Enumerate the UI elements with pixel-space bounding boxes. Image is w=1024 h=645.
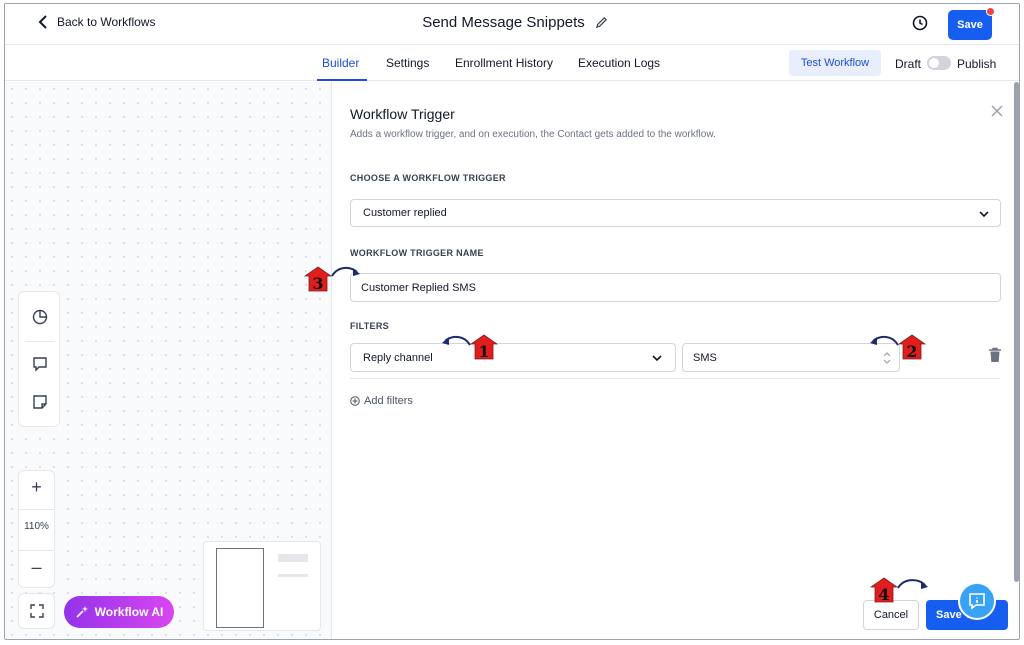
publish-label: Publish — [957, 57, 997, 71]
top-bar: Back to Workflows Send Message Snippets … — [5, 4, 1019, 45]
panel-scrollbar[interactable] — [1014, 82, 1019, 582]
workflow-ai-label: Workflow AI — [94, 605, 164, 619]
sparkle-wand-icon — [76, 606, 88, 618]
filters-divider — [350, 378, 1000, 379]
test-workflow-button[interactable]: Test Workflow — [789, 50, 881, 76]
trigger-name-value: Customer Replied SMS — [361, 281, 476, 294]
help-chat-button[interactable] — [958, 582, 996, 620]
workflow-canvas[interactable]: + 110% – Workflow AI — [5, 82, 331, 639]
pencil-icon[interactable] — [595, 16, 608, 29]
filter-field-select[interactable]: Reply channel — [350, 343, 676, 372]
minimap-node — [278, 554, 308, 562]
zoom-level: 110% — [24, 521, 49, 532]
save-button[interactable]: Save — [948, 7, 995, 40]
workflow-ai-button[interactable]: Workflow AI — [64, 596, 174, 628]
plus-circle-icon — [350, 396, 360, 406]
trash-icon[interactable] — [988, 347, 1002, 363]
add-filters-label: Add filters — [364, 395, 413, 407]
panel-subtitle: Adds a workflow trigger, and on executio… — [350, 129, 716, 140]
trigger-select[interactable]: Customer replied — [350, 199, 1001, 227]
chat-info-icon — [969, 593, 985, 610]
annotation-marker-4: 4 — [869, 577, 899, 604]
up-down-chevron-icon — [883, 352, 891, 364]
minimap-node — [278, 574, 308, 577]
tool-divider — [25, 341, 55, 342]
annotation-arrow — [442, 335, 471, 346]
fit-to-screen-button[interactable] — [18, 593, 55, 629]
save-label: Save — [957, 19, 983, 31]
pie-chart-icon[interactable] — [31, 308, 49, 326]
workflow-title: Send Message Snippets — [5, 14, 1019, 31]
history-icon[interactable] — [911, 14, 929, 32]
annotation-marker-2: 2 — [897, 334, 927, 361]
comment-icon[interactable] — [31, 355, 49, 373]
zoom-controls: + 110% – — [18, 470, 55, 588]
minimap-viewport — [216, 548, 264, 628]
tab-enrollment-history[interactable]: Enrollment History — [455, 56, 553, 70]
canvas-minimap[interactable] — [203, 541, 321, 631]
zoom-divider — [19, 550, 54, 551]
notification-dot — [986, 7, 995, 16]
filters-label: FILTERS — [350, 321, 389, 331]
filter-value-text: SMS — [693, 351, 717, 364]
annotation-marker-1: 1 — [469, 334, 499, 361]
active-tab-indicator — [317, 79, 367, 81]
filter-field-value: Reply channel — [363, 351, 433, 364]
cancel-button[interactable]: Cancel — [863, 600, 919, 630]
workflow-title-text: Send Message Snippets — [422, 14, 585, 31]
add-filters-button[interactable]: Add filters — [350, 395, 413, 407]
expand-icon — [29, 604, 44, 618]
chevron-down-icon — [652, 355, 662, 362]
draft-label: Draft — [895, 57, 922, 71]
trigger-name-label: WORKFLOW TRIGGER NAME — [350, 248, 484, 258]
close-icon[interactable] — [990, 104, 1004, 118]
canvas-tool-panel — [18, 291, 60, 427]
trigger-select-value: Customer replied — [363, 207, 447, 219]
tab-execution-logs[interactable]: Execution Logs — [578, 56, 660, 70]
sticky-note-icon[interactable] — [31, 393, 49, 411]
chevron-down-icon — [979, 211, 989, 218]
publish-toggle[interactable] — [927, 56, 951, 70]
annotation-number: 3 — [312, 274, 324, 293]
annotation-arrow — [331, 266, 360, 277]
choose-trigger-label: CHOOSE A WORKFLOW TRIGGER — [350, 173, 506, 183]
workflow-trigger-panel: Workflow Trigger Adds a workflow trigger… — [332, 82, 1012, 639]
zoom-out-button[interactable]: – — [19, 557, 54, 578]
annotation-arrow — [870, 335, 899, 346]
tab-builder[interactable]: Builder — [322, 56, 359, 70]
app-window: Back to Workflows Send Message Snippets … — [4, 3, 1020, 640]
annotation-marker-3: 3 — [303, 266, 333, 293]
zoom-in-button[interactable]: + — [19, 477, 54, 498]
zoom-divider — [19, 509, 54, 510]
trigger-name-input[interactable]: Customer Replied SMS — [350, 273, 1001, 302]
panel-title: Workflow Trigger — [350, 106, 455, 122]
annotation-number: 1 — [478, 342, 490, 361]
annotation-number: 4 — [878, 585, 890, 604]
annotation-number: 2 — [906, 342, 918, 361]
tab-settings[interactable]: Settings — [386, 56, 429, 70]
tab-bar: Builder Settings Enrollment History Exec… — [5, 45, 1019, 81]
annotation-arrow — [897, 579, 928, 589]
